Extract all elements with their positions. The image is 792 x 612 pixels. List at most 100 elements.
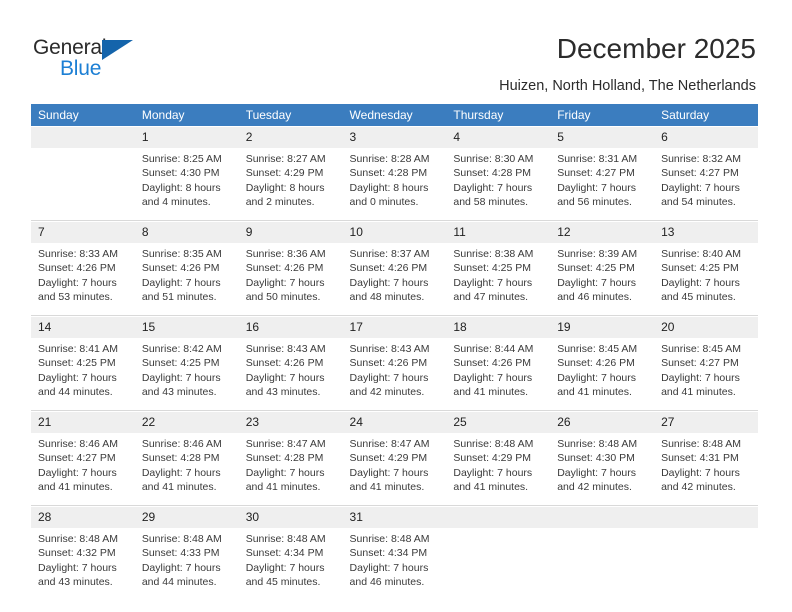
day-cell-18[interactable]: 18 xyxy=(446,315,551,338)
weekday-header-tuesday: Tuesday xyxy=(238,104,343,126)
day-number: 8 xyxy=(134,221,239,243)
sunset-line: Sunset: 4:26 PM xyxy=(349,357,428,370)
sun-times: Sunrise: 8:42 AM Sunset: 4:25 PM Daylight:… xyxy=(135,338,239,410)
sunrise-line: Sunrise: 8:45 AM xyxy=(661,343,742,355)
daylight-line-1: Daylight: 7 hours xyxy=(557,181,637,194)
day-info-15: Sunrise: 8:42 AM Sunset: 4:25 PM Daylight:… xyxy=(134,338,239,411)
day-number: 16 xyxy=(238,316,343,338)
day-number xyxy=(31,126,135,148)
daylight-line-2: and 42 minutes. xyxy=(557,481,632,494)
day-cell-24[interactable]: 24 xyxy=(342,410,447,433)
day-cell-30[interactable]: 30 xyxy=(238,505,343,528)
sun-times: Sunrise: 8:38 AM Sunset: 4:25 PM Daylight:… xyxy=(446,243,550,315)
day-number: 29 xyxy=(134,506,239,528)
day-number: 9 xyxy=(238,221,343,243)
daylight-line-2: and 44 minutes. xyxy=(141,576,217,589)
daylight-line-1: Daylight: 7 hours xyxy=(661,371,740,384)
day-cell-26[interactable]: 26 xyxy=(550,410,655,433)
daylight-line-1: Daylight: 7 hours xyxy=(38,561,117,574)
daylight-line-1: Daylight: 7 hours xyxy=(661,466,740,479)
day-cell-9[interactable]: 9 xyxy=(238,220,343,243)
day-cell-17[interactable]: 17 xyxy=(342,315,447,338)
day-cell-28[interactable]: 28 xyxy=(31,505,135,528)
day-cell-19[interactable]: 19 xyxy=(550,315,655,338)
weekday-header-wednesday: Wednesday xyxy=(342,104,447,126)
sunrise-line: Sunrise: 8:27 AM xyxy=(245,153,326,165)
day-cell-11[interactable]: 11 xyxy=(446,220,551,243)
day-number: 28 xyxy=(31,506,135,528)
day-info-14: Sunrise: 8:41 AM Sunset: 4:25 PM Daylight:… xyxy=(31,338,135,411)
sun-times: Sunrise: 8:43 AM Sunset: 4:26 PM Daylight:… xyxy=(239,338,343,410)
day-info-4: Sunrise: 8:30 AM Sunset: 4:28 PM Daylight:… xyxy=(446,148,551,221)
sunset-line: Sunset: 4:32 PM xyxy=(38,547,116,560)
sun-times: Sunrise: 8:48 AM Sunset: 4:32 PM Daylight:… xyxy=(31,528,135,600)
day-cell-3[interactable]: 3 xyxy=(342,126,447,148)
sun-times: Sunrise: 8:28 AM Sunset: 4:28 PM Daylight:… xyxy=(343,148,447,220)
daylight-line-2: and 58 minutes. xyxy=(453,196,529,209)
daylight-line-1: Daylight: 7 hours xyxy=(245,276,325,289)
day-cell-10[interactable]: 10 xyxy=(342,220,447,243)
day-cell-29[interactable]: 29 xyxy=(134,505,239,528)
calendar-week-details: Sunrise: 8:48 AM Sunset: 4:32 PM Daylight:… xyxy=(31,528,758,600)
calendar-table: Sunday Monday Tuesday Wednesday Thursday Frid… xyxy=(31,104,758,600)
day-cell-12[interactable]: 12 xyxy=(550,220,655,243)
day-number: 23 xyxy=(238,411,343,433)
day-cell-21[interactable]: 21 xyxy=(31,410,135,433)
sunrise-line: Sunrise: 8:48 AM xyxy=(349,533,430,545)
calendar-week-daynumbers: 28 29 30 31 xyxy=(31,505,758,528)
day-cell-8[interactable]: 8 xyxy=(134,220,239,243)
day-info-24: Sunrise: 8:47 AM Sunset: 4:29 PM Daylight:… xyxy=(342,433,447,506)
day-cell-15[interactable]: 15 xyxy=(134,315,239,338)
sunset-line: Sunset: 4:26 PM xyxy=(245,262,324,275)
sunrise-line: Sunrise: 8:46 AM xyxy=(141,438,222,450)
day-cell-27[interactable]: 27 xyxy=(654,410,758,433)
sun-times: Sunrise: 8:45 AM Sunset: 4:27 PM Daylight:… xyxy=(654,338,758,410)
sun-times: Sunrise: 8:48 AM Sunset: 4:29 PM Daylight:… xyxy=(446,433,550,505)
day-cell-2[interactable]: 2 xyxy=(238,126,343,148)
daylight-line-1: Daylight: 7 hours xyxy=(38,466,117,479)
daylight-line-2: and 43 minutes. xyxy=(141,386,217,399)
daylight-line-2: and 51 minutes. xyxy=(141,291,217,304)
day-cell-empty xyxy=(31,126,135,148)
daylight-line-2: and 45 minutes. xyxy=(245,576,321,589)
sunset-line: Sunset: 4:26 PM xyxy=(349,262,428,275)
sunrise-line: Sunrise: 8:47 AM xyxy=(245,438,326,450)
day-cell-6[interactable]: 6 xyxy=(654,126,758,148)
day-info-29: Sunrise: 8:48 AM Sunset: 4:33 PM Daylight:… xyxy=(134,528,239,600)
day-cell-22[interactable]: 22 xyxy=(134,410,239,433)
day-number xyxy=(550,506,655,528)
sunrise-line: Sunrise: 8:35 AM xyxy=(141,248,222,260)
daylight-line-2: and 53 minutes. xyxy=(38,291,113,304)
day-info-23: Sunrise: 8:47 AM Sunset: 4:28 PM Daylight:… xyxy=(238,433,343,506)
sunset-line: Sunset: 4:27 PM xyxy=(557,167,635,180)
day-cell-7[interactable]: 7 xyxy=(31,220,135,243)
day-cell-4[interactable]: 4 xyxy=(446,126,551,148)
daylight-line-1: Daylight: 7 hours xyxy=(141,276,221,289)
day-cell-23[interactable]: 23 xyxy=(238,410,343,433)
calendar-body: 123456 Sunrise: 8:25 AM Sunset: 4:30 PM Da… xyxy=(31,126,758,600)
sunset-line: Sunset: 4:28 PM xyxy=(141,452,220,465)
sun-times: Sunrise: 8:27 AM Sunset: 4:29 PM Daylight:… xyxy=(239,148,343,220)
day-number: 3 xyxy=(342,126,447,148)
sun-times: Sunrise: 8:47 AM Sunset: 4:29 PM Daylight:… xyxy=(343,433,447,505)
sun-times: Sunrise: 8:47 AM Sunset: 4:28 PM Daylight:… xyxy=(239,433,343,505)
daylight-line-1: Daylight: 7 hours xyxy=(349,276,429,289)
day-number: 15 xyxy=(134,316,239,338)
daylight-line-2: and 41 minutes. xyxy=(349,481,425,494)
page-subtitle: Huizen, North Holland, The Netherlands xyxy=(499,78,756,94)
day-cell-31[interactable]: 31 xyxy=(342,505,447,528)
day-cell-5[interactable]: 5 xyxy=(550,126,655,148)
day-cell-16[interactable]: 16 xyxy=(238,315,343,338)
sunrise-line: Sunrise: 8:48 AM xyxy=(661,438,742,450)
sunset-line: Sunset: 4:30 PM xyxy=(557,452,635,465)
day-cell-20[interactable]: 20 xyxy=(654,315,758,338)
daylight-line-2: and 41 minutes. xyxy=(453,481,529,494)
day-number: 11 xyxy=(446,221,551,243)
day-cell-14[interactable]: 14 xyxy=(31,315,135,338)
day-cell-25[interactable]: 25 xyxy=(446,410,551,433)
day-cell-1[interactable]: 1 xyxy=(134,126,239,148)
sun-times: Sunrise: 8:32 AM Sunset: 4:27 PM Daylight:… xyxy=(654,148,758,220)
day-cell-13[interactable]: 13 xyxy=(654,220,758,243)
day-number: 13 xyxy=(654,221,758,243)
daylight-line-2: and 41 minutes. xyxy=(141,481,217,494)
